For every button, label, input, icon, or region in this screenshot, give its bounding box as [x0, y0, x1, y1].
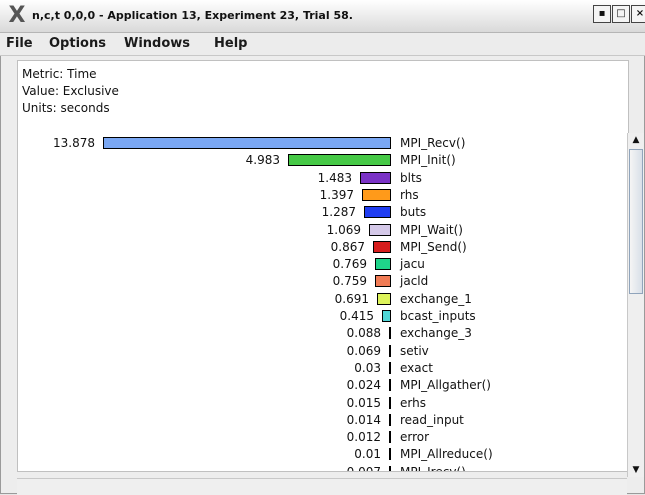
bar-value-3: 1.397	[319, 188, 354, 202]
menu-bar: File Options Windows Help	[0, 33, 645, 56]
bar-value-7: 0.769	[332, 257, 367, 271]
scroll-thumb[interactable]	[629, 149, 643, 294]
scroll-up-icon[interactable]: ▲	[628, 133, 644, 147]
bar-value-8: 0.759	[332, 274, 367, 288]
bar-1[interactable]	[288, 154, 391, 166]
bar-16[interactable]	[389, 414, 391, 426]
bar-label-8[interactable]: jacld	[400, 274, 428, 288]
bar-value-6: 0.867	[330, 240, 365, 254]
bar-value-1: 4.983	[245, 153, 280, 167]
bar-label-0[interactable]: MPI_Recv()	[400, 136, 465, 150]
bar-label-7[interactable]: jacu	[400, 257, 425, 271]
bar-5[interactable]	[369, 224, 391, 236]
bar-label-10[interactable]: bcast_inputs	[400, 309, 476, 323]
bar-value-13: 0.03	[354, 361, 381, 375]
bar-4[interactable]	[364, 206, 391, 218]
profile-panel: Metric: Time Value: Exclusive Units: sec…	[17, 60, 629, 472]
menu-options[interactable]: Options	[49, 36, 106, 52]
bar-value-18: 0.01	[354, 447, 381, 461]
bar-value-0: 13.878	[53, 136, 95, 150]
bar-value-17: 0.012	[346, 430, 381, 444]
minimize-button[interactable]: ▪	[593, 5, 611, 23]
vertical-scrollbar[interactable]: ▲ ▼	[627, 133, 644, 477]
menu-windows[interactable]: Windows	[124, 36, 190, 52]
bar-19[interactable]	[389, 466, 391, 471]
close-button[interactable]: ×	[631, 5, 645, 23]
maximize-button[interactable]: □	[612, 5, 630, 23]
bar-value-11: 0.088	[346, 326, 381, 340]
bar-0[interactable]	[103, 137, 391, 149]
units-text: Units: seconds	[22, 101, 110, 115]
bar-6[interactable]	[373, 241, 391, 253]
application-window: X n,c,t 0,0,0 - Application 13, Experime…	[0, 0, 645, 495]
bar-label-15[interactable]: erhs	[400, 396, 426, 410]
bar-12[interactable]	[389, 345, 391, 357]
bar-15[interactable]	[389, 397, 391, 409]
bar-value-19: 0.007	[347, 465, 381, 471]
bar-label-6[interactable]: MPI_Send()	[400, 240, 467, 254]
bar-18[interactable]	[389, 448, 391, 460]
menu-file[interactable]: File	[6, 36, 33, 52]
metric-header: Metric: Time Value: Exclusive Units: sec…	[22, 66, 119, 117]
bar-label-5[interactable]: MPI_Wait()	[400, 223, 463, 237]
menu-help[interactable]: Help	[214, 36, 247, 52]
bar-label-11[interactable]: exchange_3	[400, 326, 472, 340]
bar-value-15: 0.015	[346, 396, 381, 410]
title-bar[interactable]: X n,c,t 0,0,0 - Application 13, Experime…	[0, 0, 645, 33]
bar-label-4[interactable]: buts	[400, 205, 426, 219]
bar-value-4: 1.287	[321, 205, 356, 219]
bar-label-14[interactable]: MPI_Allgather()	[400, 378, 491, 392]
bar-label-19[interactable]: MPI_Irecv()	[400, 465, 466, 471]
metric-text: Metric: Time	[22, 67, 97, 81]
bar-label-16[interactable]: read_input	[400, 413, 464, 427]
x-icon: X	[8, 3, 26, 28]
bar-11[interactable]	[389, 327, 391, 339]
bar-10[interactable]	[382, 310, 391, 322]
exclusive-time-bar-chart: 13.878 MPI_Recv() 4.983 MPI_Init() 1.483 blts…	[18, 136, 628, 471]
bar-value-12: 0.069	[346, 344, 381, 358]
bar-value-14: 0.024	[346, 378, 381, 392]
bar-label-13[interactable]: exact	[400, 361, 433, 375]
bar-2[interactable]	[360, 172, 391, 184]
bar-label-12[interactable]: setiv	[400, 344, 429, 358]
bar-17[interactable]	[389, 431, 391, 443]
scroll-down-icon[interactable]: ▼	[628, 463, 644, 477]
bar-14[interactable]	[389, 379, 391, 391]
bar-label-18[interactable]: MPI_Allreduce()	[400, 447, 493, 461]
bar-label-17[interactable]: error	[400, 430, 429, 444]
bar-value-5: 1.069	[326, 223, 361, 237]
bar-value-2: 1.483	[317, 171, 352, 185]
bar-label-3[interactable]: rhs	[400, 188, 419, 202]
bar-9[interactable]	[377, 293, 391, 305]
bar-8[interactable]	[375, 275, 391, 287]
horizontal-scrollbar[interactable]	[17, 478, 627, 495]
bar-value-16: 0.014	[346, 413, 381, 427]
bar-label-1[interactable]: MPI_Init()	[400, 153, 456, 167]
bar-7[interactable]	[375, 258, 391, 270]
bar-value-10: 0.415	[339, 309, 374, 323]
window-title: n,c,t 0,0,0 - Application 13, Experiment…	[32, 9, 353, 22]
bar-value-9: 0.691	[334, 292, 369, 306]
bar-label-9[interactable]: exchange_1	[400, 292, 472, 306]
bar-label-2[interactable]: blts	[400, 171, 422, 185]
bar-13[interactable]	[389, 362, 391, 374]
value-text: Value: Exclusive	[22, 84, 119, 98]
bar-3[interactable]	[362, 189, 391, 201]
